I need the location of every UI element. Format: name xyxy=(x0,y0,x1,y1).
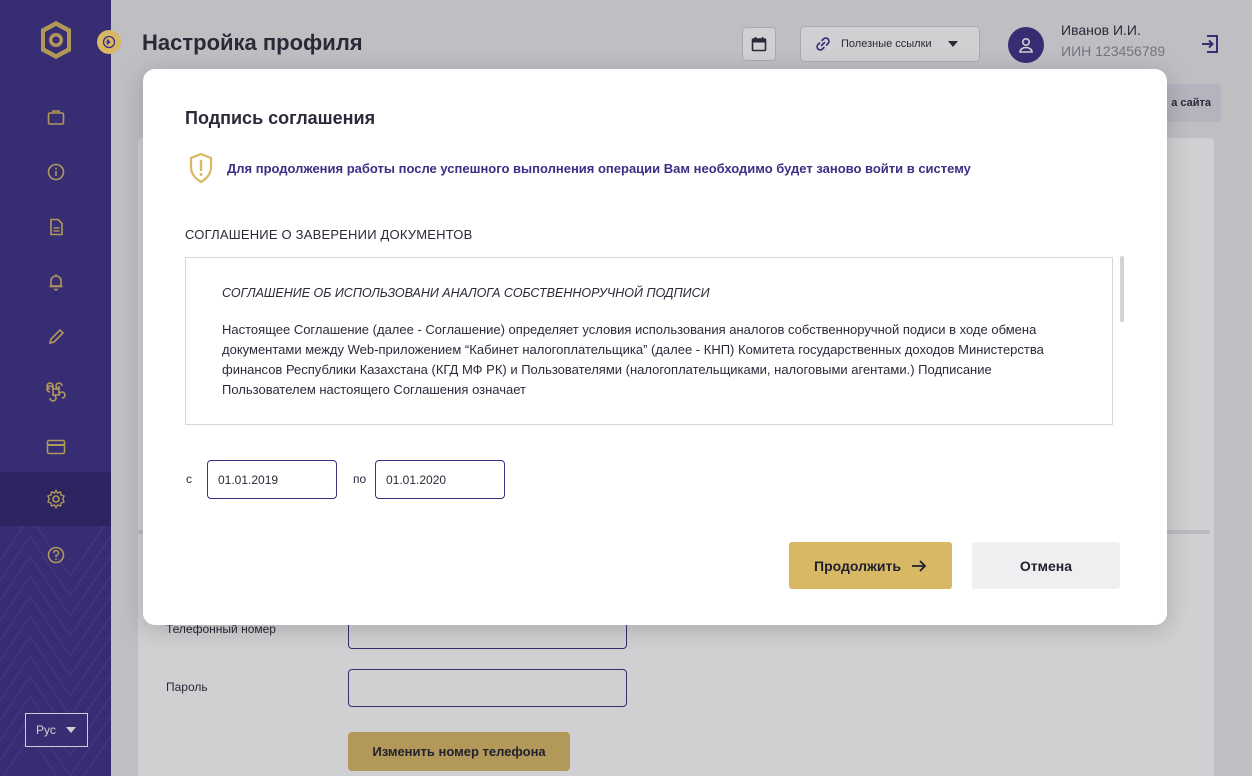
agreement-body: Настоящее Соглашение (далее - Соглашение… xyxy=(222,322,1044,397)
arrow-right-icon xyxy=(911,559,927,572)
arrow-right-circle-icon xyxy=(102,35,116,49)
modal-title: Подпись соглашения xyxy=(185,108,376,128)
signature-modal: Подпись соглашения Для продолжения работ… xyxy=(143,69,1167,625)
cancel-button[interactable]: Отмена xyxy=(972,542,1120,589)
date-from-input[interactable]: 01.01.2019 xyxy=(207,460,337,499)
date-to-input[interactable]: 01.01.2020 xyxy=(375,460,505,499)
agreement-text-box[interactable]: СОГЛАШЕНИЕ ОБ ИСПОЛЬЗОВАНИ АНАЛОГА СОБСТ… xyxy=(185,257,1113,425)
cancel-label: Отмена xyxy=(1019,557,1073,574)
continue-button[interactable]: Продолжить xyxy=(789,542,952,589)
agreement-heading: СОГЛАШЕНИЕ ОБ ИСПОЛЬЗОВАНИ АНАЛОГА СОБСТ… xyxy=(222,286,710,300)
agreement-scrollbar[interactable] xyxy=(1120,256,1124,322)
warning-message: Для продолжения работы после успешного в… xyxy=(227,161,971,176)
continue-label: Продолжить xyxy=(814,557,901,574)
sidebar-expand-button[interactable] xyxy=(97,30,121,54)
agreement-section-title: СОГЛАШЕНИЕ О ЗАВЕРЕНИИ ДОКУМЕНТОВ xyxy=(185,227,473,242)
shield-warning-icon xyxy=(189,152,213,184)
date-from-label: с xyxy=(186,472,192,486)
date-to-label: по xyxy=(353,472,367,486)
date-from-value: 01.01.2019 xyxy=(218,472,279,487)
date-to-value: 01.01.2020 xyxy=(386,472,447,487)
